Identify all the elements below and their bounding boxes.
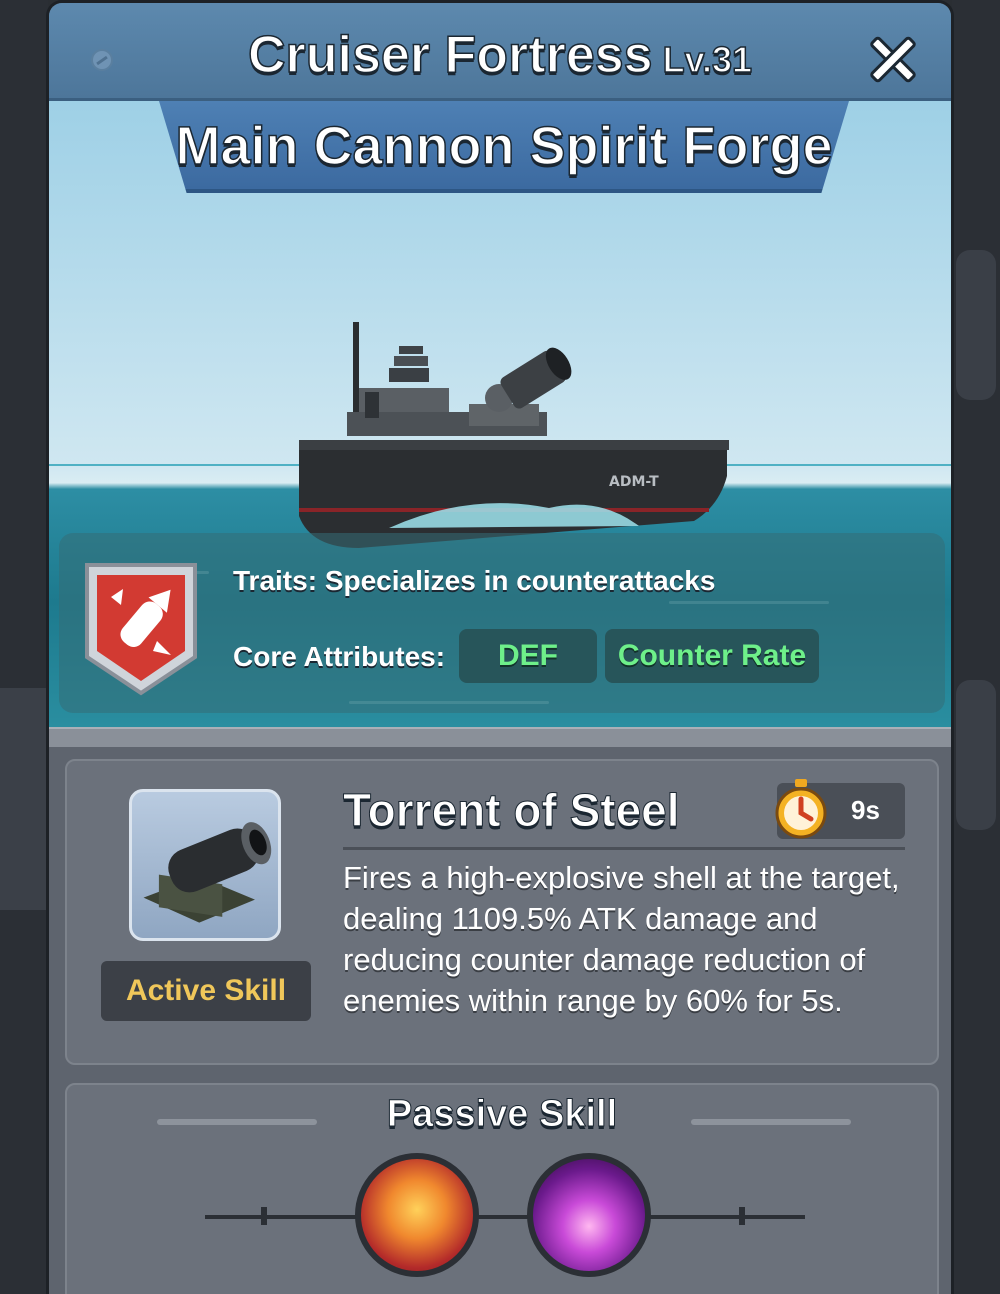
skill-connector-line: [205, 1215, 805, 1219]
cooldown-value: 9s: [851, 795, 880, 825]
page-title: Cruiser Fortress Lv.31: [49, 25, 951, 85]
title-bar: Cruiser Fortress Lv.31: [49, 3, 951, 101]
cannon-icon: [143, 822, 272, 923]
side-tab: [956, 250, 996, 400]
skill-name: Torrent of Steel: [343, 784, 681, 837]
cruiser-ship-image: ADM-T: [299, 322, 729, 548]
skill-type-label: Active Skill: [101, 961, 311, 1021]
banner-title: Main Cannon Spirit Forge: [175, 115, 834, 177]
hull-marking: ADM-T: [609, 474, 659, 490]
core-attributes-label: Core Attributes:: [233, 641, 446, 672]
close-button[interactable]: [865, 31, 921, 87]
cooldown-badge: 9s: [775, 779, 905, 839]
purple-flame-icon[interactable]: [527, 1153, 651, 1277]
ship-level: Lv.31: [662, 38, 753, 81]
skill-title-rule: [343, 847, 905, 850]
skill-description: Fires a high-explosive shell at the targ…: [343, 860, 900, 1018]
background-right: [952, 0, 1000, 1294]
background-left-strip: [0, 688, 46, 910]
ship-scene: Main Cannon Spirit Forge ADM-T Traits: S…: [49, 101, 951, 727]
background-left: [0, 0, 48, 1294]
side-tab: [956, 680, 996, 830]
traits-value: Specializes in counterattacks: [324, 565, 716, 596]
ship-name: Cruiser Fortress: [247, 25, 653, 85]
traits-line: Traits: Specializes in counterattacks: [233, 565, 715, 597]
traits-section: Traits: Specializes in counterattacks Co…: [59, 533, 945, 713]
ship-detail-panel: Cruiser Fortress Lv.31 Main Cannon Spirit…: [46, 0, 954, 1294]
attribute-chip-counter-rate: Counter Rate: [605, 629, 819, 683]
counterattack-badge-icon: [85, 563, 197, 696]
passive-skill-card: Passive Skill: [65, 1083, 939, 1294]
stopwatch-icon: [775, 779, 827, 839]
passive-skill-title: Passive Skill: [386, 1093, 618, 1136]
active-skill-card: Active Skill Torrent of Steel 9s Fires a…: [65, 759, 939, 1065]
section-divider: [49, 727, 951, 747]
forge-banner: Main Cannon Spirit Forge: [159, 101, 849, 193]
traits-label: Traits:: [233, 565, 318, 596]
missile-fire-icon[interactable]: [355, 1153, 479, 1277]
attribute-chip-def: DEF: [459, 629, 597, 683]
skill-icon-frame[interactable]: [129, 789, 281, 941]
